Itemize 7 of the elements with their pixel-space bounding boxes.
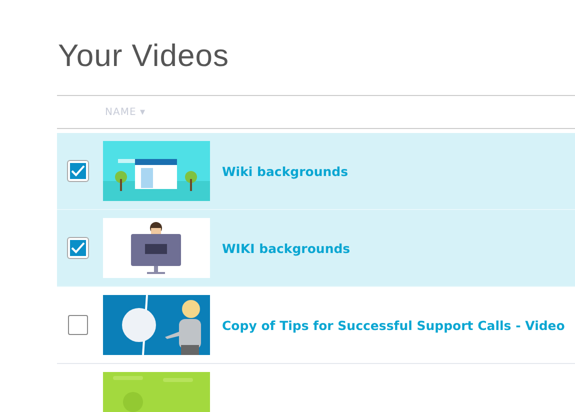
video-title[interactable]: WIKI backgrounds — [222, 240, 350, 256]
video-title[interactable]: Copy of Tips for Successful Support Calls - Video — [222, 318, 565, 332]
video-row[interactable]: WIKI backgrounds — [57, 210, 575, 287]
page-title: Your Videos — [58, 38, 230, 75]
video-row[interactable]: Wiki backgrounds — [57, 133, 575, 210]
video-title[interactable]: Wiki backgrounds — [222, 164, 348, 178]
video-row[interactable]: Copy of Tips for Successful Support Calls - Video — [57, 287, 575, 364]
